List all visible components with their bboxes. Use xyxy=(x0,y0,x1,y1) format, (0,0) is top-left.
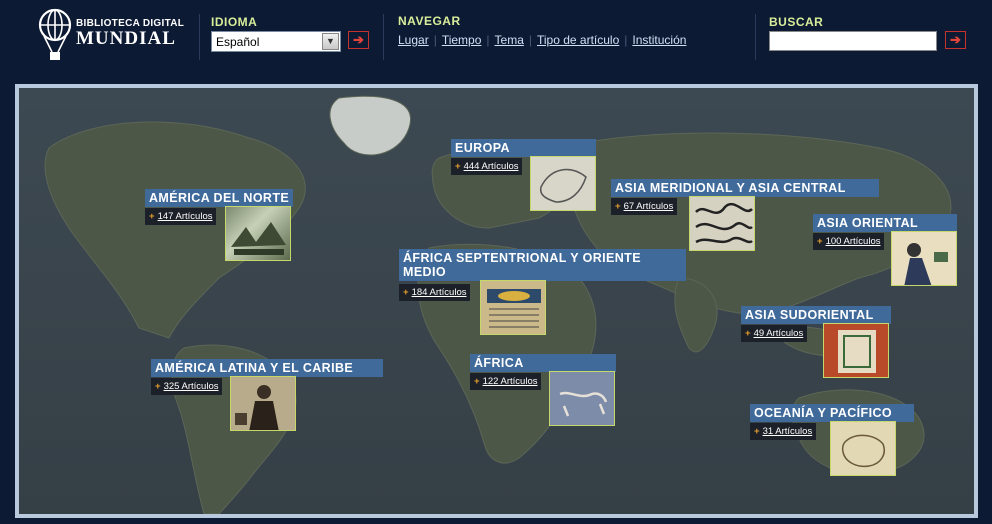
region-thumbnail-image xyxy=(235,385,279,430)
region-thumbnail[interactable] xyxy=(689,196,755,251)
site-logo[interactable]: BIBLIOTECA DIGITAL MUNDIAL xyxy=(38,8,184,68)
plus-icon: + xyxy=(474,376,480,387)
divider xyxy=(199,14,200,60)
region-count: +122 Artículos xyxy=(470,373,542,390)
region-count: +147 Artículos xyxy=(145,208,217,225)
region-thumbnail-image xyxy=(904,243,948,285)
language-selected-value: Español xyxy=(216,35,260,49)
region-count-link[interactable]: 325 Artículos xyxy=(164,381,219,392)
language-title: IDIOMA xyxy=(211,15,258,29)
plus-icon: + xyxy=(745,328,751,339)
plus-icon: + xyxy=(155,381,161,392)
region-count: +100 Artículos xyxy=(813,233,885,250)
region-count-link[interactable]: 31 Artículos xyxy=(763,426,813,437)
language-go-button[interactable]: ➔ xyxy=(348,31,369,49)
logo-text-line2: MUNDIAL xyxy=(76,28,176,49)
region-count-link[interactable]: 122 Artículos xyxy=(483,376,538,387)
region-thumbnail[interactable] xyxy=(891,231,957,286)
region-title[interactable]: AMÉRICA DEL NORTE xyxy=(145,189,294,207)
plus-icon: + xyxy=(403,287,409,298)
region-thumbnail[interactable] xyxy=(830,421,896,476)
region-thumbnail-image xyxy=(487,289,541,328)
region-title[interactable]: ASIA MERIDIONAL Y ASIA CENTRAL xyxy=(611,179,879,197)
search-title: BUSCAR xyxy=(769,15,824,29)
region-count: +325 Artículos xyxy=(151,378,223,395)
plus-icon: + xyxy=(615,201,621,212)
region-thumbnail-image xyxy=(231,222,286,255)
arrow-right-icon: ➔ xyxy=(950,32,961,47)
region-thumbnail[interactable] xyxy=(530,156,596,211)
navigate-links: Lugar | Tiempo | Tema | Tipo de artículo | Insti… xyxy=(398,33,687,47)
region-title[interactable]: ASIA ORIENTAL xyxy=(813,214,957,232)
region-thumbnail-image xyxy=(695,202,753,244)
region-count: +67 Artículos xyxy=(611,198,678,215)
arrow-right-icon: ➔ xyxy=(353,32,364,47)
site-header: BIBLIOTECA DIGITAL MUNDIAL IDIOMA Españo… xyxy=(0,0,992,80)
globe-balloon-icon xyxy=(38,8,72,60)
region-title[interactable]: OCEANÍA Y PACÍFICO xyxy=(750,404,914,422)
search-input[interactable] xyxy=(769,31,937,51)
divider xyxy=(383,14,384,60)
nav-link-institution[interactable]: Institución xyxy=(632,33,686,47)
region-count: +49 Artículos xyxy=(741,325,808,342)
region-title[interactable]: AMÉRICA LATINA Y EL CARIBE xyxy=(151,359,383,377)
region-count: +184 Artículos xyxy=(399,284,471,301)
region-title[interactable]: ÁFRICA xyxy=(470,354,616,372)
region-thumbnail[interactable] xyxy=(480,280,546,335)
region-count-link[interactable]: 444 Artículos xyxy=(464,161,519,172)
region-title[interactable]: ÁFRICA SEPTENTRIONAL Y ORIENTE MEDIO xyxy=(399,249,686,281)
region-count: +444 Artículos xyxy=(451,158,523,175)
region-thumbnail[interactable] xyxy=(225,206,291,261)
region-thumbnail-image xyxy=(539,168,587,203)
region-count-link[interactable]: 67 Artículos xyxy=(624,201,674,212)
region-thumbnail-image xyxy=(559,391,608,417)
region-thumbnail[interactable] xyxy=(549,371,615,426)
nav-link-item-type[interactable]: Tipo de artículo xyxy=(537,33,619,47)
nav-link-time[interactable]: Tiempo xyxy=(442,33,482,47)
nav-link-topic[interactable]: Tema xyxy=(495,33,524,47)
world-map-frame: AMÉRICA DEL NORTE +147 Artículos EUROPA … xyxy=(15,84,978,518)
search-go-button[interactable]: ➔ xyxy=(945,31,966,49)
plus-icon: + xyxy=(455,161,461,172)
divider xyxy=(755,14,756,60)
chevron-down-icon[interactable]: ▼ xyxy=(322,33,339,50)
region-count-link[interactable]: 100 Artículos xyxy=(826,236,881,247)
region-count-link[interactable]: 184 Artículos xyxy=(412,287,467,298)
region-count: +31 Artículos xyxy=(750,423,817,440)
plus-icon: + xyxy=(149,211,155,222)
region-title[interactable]: EUROPA xyxy=(451,139,596,157)
region-thumbnail-image xyxy=(838,330,876,373)
region-count-link[interactable]: 49 Artículos xyxy=(754,328,804,339)
language-select[interactable]: Español ▼ xyxy=(211,31,341,52)
nav-link-place[interactable]: Lugar xyxy=(398,33,429,47)
region-thumbnail-image xyxy=(841,434,885,468)
region-thumbnail[interactable] xyxy=(823,323,889,378)
world-map: AMÉRICA DEL NORTE +147 Artículos EUROPA … xyxy=(19,88,974,514)
plus-icon: + xyxy=(754,426,760,437)
region-thumbnail[interactable] xyxy=(230,376,296,431)
region-count-link[interactable]: 147 Artículos xyxy=(158,211,213,222)
navigate-title: NAVEGAR xyxy=(398,14,461,28)
region-title[interactable]: ASIA SUDORIENTAL xyxy=(741,306,891,324)
plus-icon: + xyxy=(817,236,823,247)
